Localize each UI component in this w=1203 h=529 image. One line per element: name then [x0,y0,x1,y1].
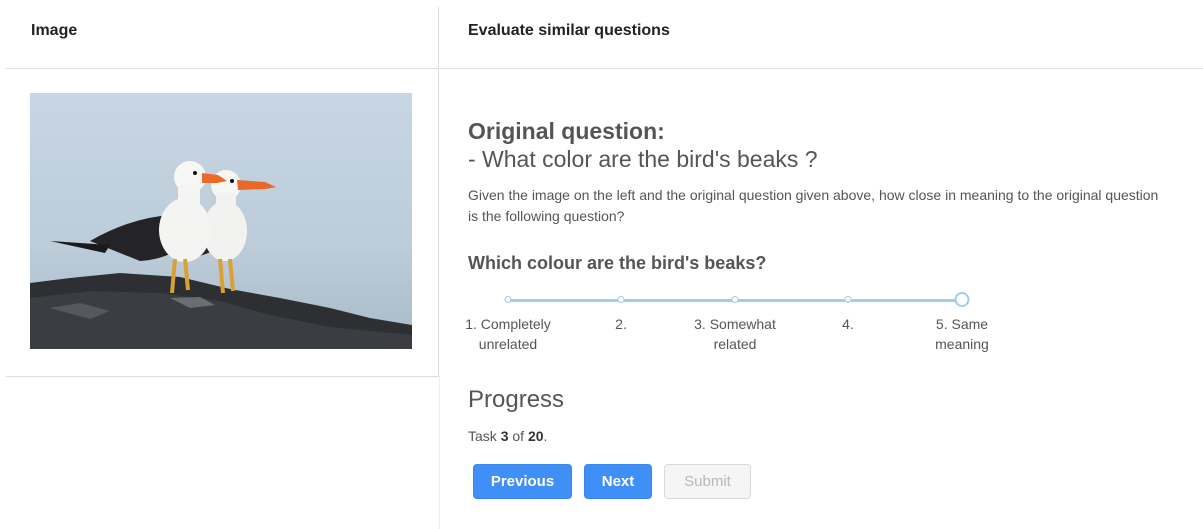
rating-label-2[interactable]: 2. [561,314,681,334]
task-prefix: Task [468,428,501,444]
instructions-text: Given the image on the left and the orig… [468,187,1159,224]
gulls-illustration [30,93,412,349]
column-divider [439,376,440,529]
rating-label-5[interactable]: 5. Same meaning [922,314,1002,354]
rating-option-3[interactable] [731,296,739,303]
rating-option-1[interactable] [504,296,512,303]
rating-label-3[interactable]: 3. Somewhat related [680,314,790,354]
rating-option-4[interactable] [844,296,852,303]
image-panel-title: Image [31,22,78,39]
previous-button[interactable]: Previous [473,464,572,499]
original-question-heading: Original question: [468,118,665,144]
rating-label-1[interactable]: 1. Completely unrelated [453,314,563,354]
rating-option-5[interactable] [954,292,970,307]
panel-title: Evaluate similar questions [468,22,670,39]
original-question-text: - What color are the bird's beaks ? [468,146,818,172]
rating-scale: 1. Completely unrelated 2. 3. Somewhat r… [440,290,1040,360]
candidate-question: Which colour are the bird's beaks? [468,253,767,273]
submit-button[interactable]: Submit [664,464,751,499]
next-button[interactable]: Next [584,464,652,499]
header-divider [440,68,1203,69]
task-of: of [508,428,528,444]
bird-photo [30,93,412,349]
rating-option-2[interactable] [617,296,625,303]
task-total: 20 [527,428,544,444]
task-suffix: . [543,428,548,444]
task-counter: Task 3 of 20. [468,428,547,444]
rating-label-4[interactable]: 4. [788,314,908,334]
progress-title: Progress [468,386,565,413]
